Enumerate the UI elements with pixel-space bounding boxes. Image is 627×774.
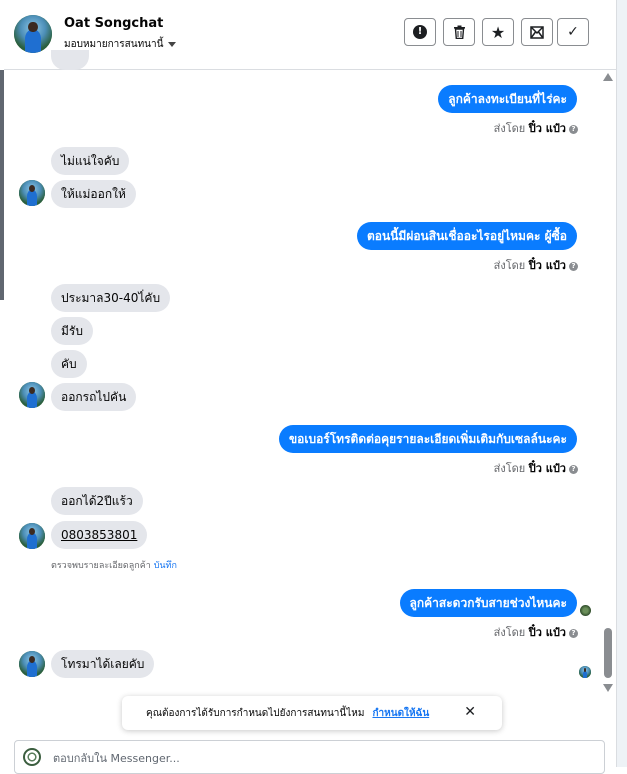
close-icon[interactable]: ✕ — [464, 704, 476, 720]
sent-by-prefix: ส่งโดย — [493, 626, 526, 639]
sent-by-line: ส่งโดย ปิ๋ว แป๋ว? — [494, 256, 578, 274]
info-icon[interactable]: ? — [569, 464, 578, 474]
seen-indicator-icon — [580, 605, 591, 616]
sent-by-prefix: ส่งโดย — [493, 462, 526, 475]
message-bubble-partial — [51, 50, 89, 70]
reply-input[interactable] — [51, 751, 575, 766]
contact-avatar[interactable] — [14, 15, 52, 53]
assign-to-me-link[interactable]: กำหนดให้ฉัน — [372, 706, 429, 721]
sender-name[interactable]: ปิ๋ว แป๋ว — [529, 259, 566, 272]
trash-icon — [453, 25, 465, 39]
info-icon[interactable]: ? — [569, 261, 578, 271]
assign-prompt-text: คุณต้องการได้รับการกำหนดไปยังการสนทนานี้… — [146, 707, 365, 719]
read-receipt-avatar — [579, 666, 591, 678]
right-rail — [617, 0, 627, 767]
incoming-message[interactable]: โทรมาได้เลยคับ — [51, 650, 155, 678]
save-detail-link[interactable]: บันทึก — [154, 561, 177, 571]
sender-name[interactable]: ปิ๋ว แป๋ว — [529, 122, 566, 135]
delete-button[interactable] — [443, 18, 475, 46]
incoming-message[interactable]: ออกได้2ปีแร้ว — [51, 487, 143, 515]
incoming-message[interactable]: มีรับ — [51, 317, 93, 345]
reply-composer — [14, 740, 605, 774]
outgoing-message[interactable]: ลูกค้าลงทะเบียนที่ไร่คะ — [438, 85, 577, 113]
mark-done-button[interactable]: ✓ — [557, 18, 589, 46]
page-logo-icon — [23, 748, 41, 766]
incoming-message[interactable]: ไม่แน่ใจคับ — [51, 147, 130, 175]
sender-name[interactable]: ปิ๋ว แป๋ว — [529, 462, 566, 475]
left-panel-edge — [0, 70, 4, 300]
detect-note-text: ตรวจพบรายละเอียดลูกค้า — [51, 561, 151, 571]
scroll-down-arrow-icon[interactable] — [603, 684, 613, 692]
sent-by-line: ส่งโดย ปิ๋ว แป๋ว? — [494, 119, 578, 137]
conversation-header: Oat Songchat มอบหมายการสนทนานี้ ! ★ ✓ — [4, 0, 616, 70]
contact-avatar-small — [19, 651, 45, 677]
sent-by-line: ส่งโดย ปิ๋ว แป๋ว? — [494, 623, 578, 641]
assign-label: มอบหมายการสนทนานี้ — [64, 39, 164, 50]
sent-by-line: ส่งโดย ปิ๋ว แป๋ว? — [494, 459, 578, 477]
report-spam-icon: ! — [413, 25, 427, 39]
incoming-message[interactable]: ประมาล30-40ไ่คับ — [51, 284, 171, 312]
contact-name[interactable]: Oat Songchat — [64, 16, 163, 31]
chevron-down-icon — [168, 41, 177, 47]
sent-by-prefix: ส่งโดย — [493, 259, 526, 272]
incoming-message[interactable]: คับ — [51, 350, 87, 378]
done-check-icon: ✓ — [567, 24, 579, 40]
sender-name[interactable]: ปิ๋ว แป๋ว — [529, 626, 566, 639]
outgoing-message[interactable]: ขอเบอร์โทรติดต่อคุยรายละเอียดเพิ่มเติมกั… — [278, 425, 577, 453]
incoming-message[interactable]: ให้แม่ออกให้ — [51, 180, 136, 208]
sent-by-prefix: ส่งโดย — [493, 122, 526, 135]
info-icon[interactable]: ? — [569, 124, 578, 134]
scroll-up-arrow-icon[interactable] — [603, 73, 613, 81]
contact-avatar-small — [19, 382, 45, 408]
star-button[interactable]: ★ — [482, 18, 514, 46]
scrollbar-thumb[interactable] — [604, 628, 612, 678]
contact-avatar-small — [19, 180, 45, 206]
info-icon[interactable]: ? — [569, 628, 578, 638]
outgoing-message[interactable]: ลูกค้าสะดวกรับสายช่วงไหนคะ — [399, 589, 577, 617]
report-spam-button[interactable]: ! — [404, 18, 436, 46]
phone-number-message[interactable]: 0803853801 — [51, 521, 148, 549]
customer-detail-detected: ตรวจพบรายละเอียดลูกค้า บันทึก — [51, 558, 177, 572]
assign-prompt-toast: คุณต้องการได้รับการกำหนดไปยังการสนทนานี้… — [122, 696, 502, 730]
star-icon: ★ — [490, 22, 506, 42]
mark-unread-icon — [530, 25, 544, 39]
incoming-message[interactable]: ออกรถไปคัน — [51, 383, 137, 411]
outgoing-message[interactable]: ตอนนี้มีผ่อนสินเชื่ออะไรอยู่ไหมคะ ผู้ซื้… — [357, 222, 577, 250]
contact-avatar-small — [19, 523, 45, 549]
mark-unread-button[interactable] — [521, 18, 553, 46]
